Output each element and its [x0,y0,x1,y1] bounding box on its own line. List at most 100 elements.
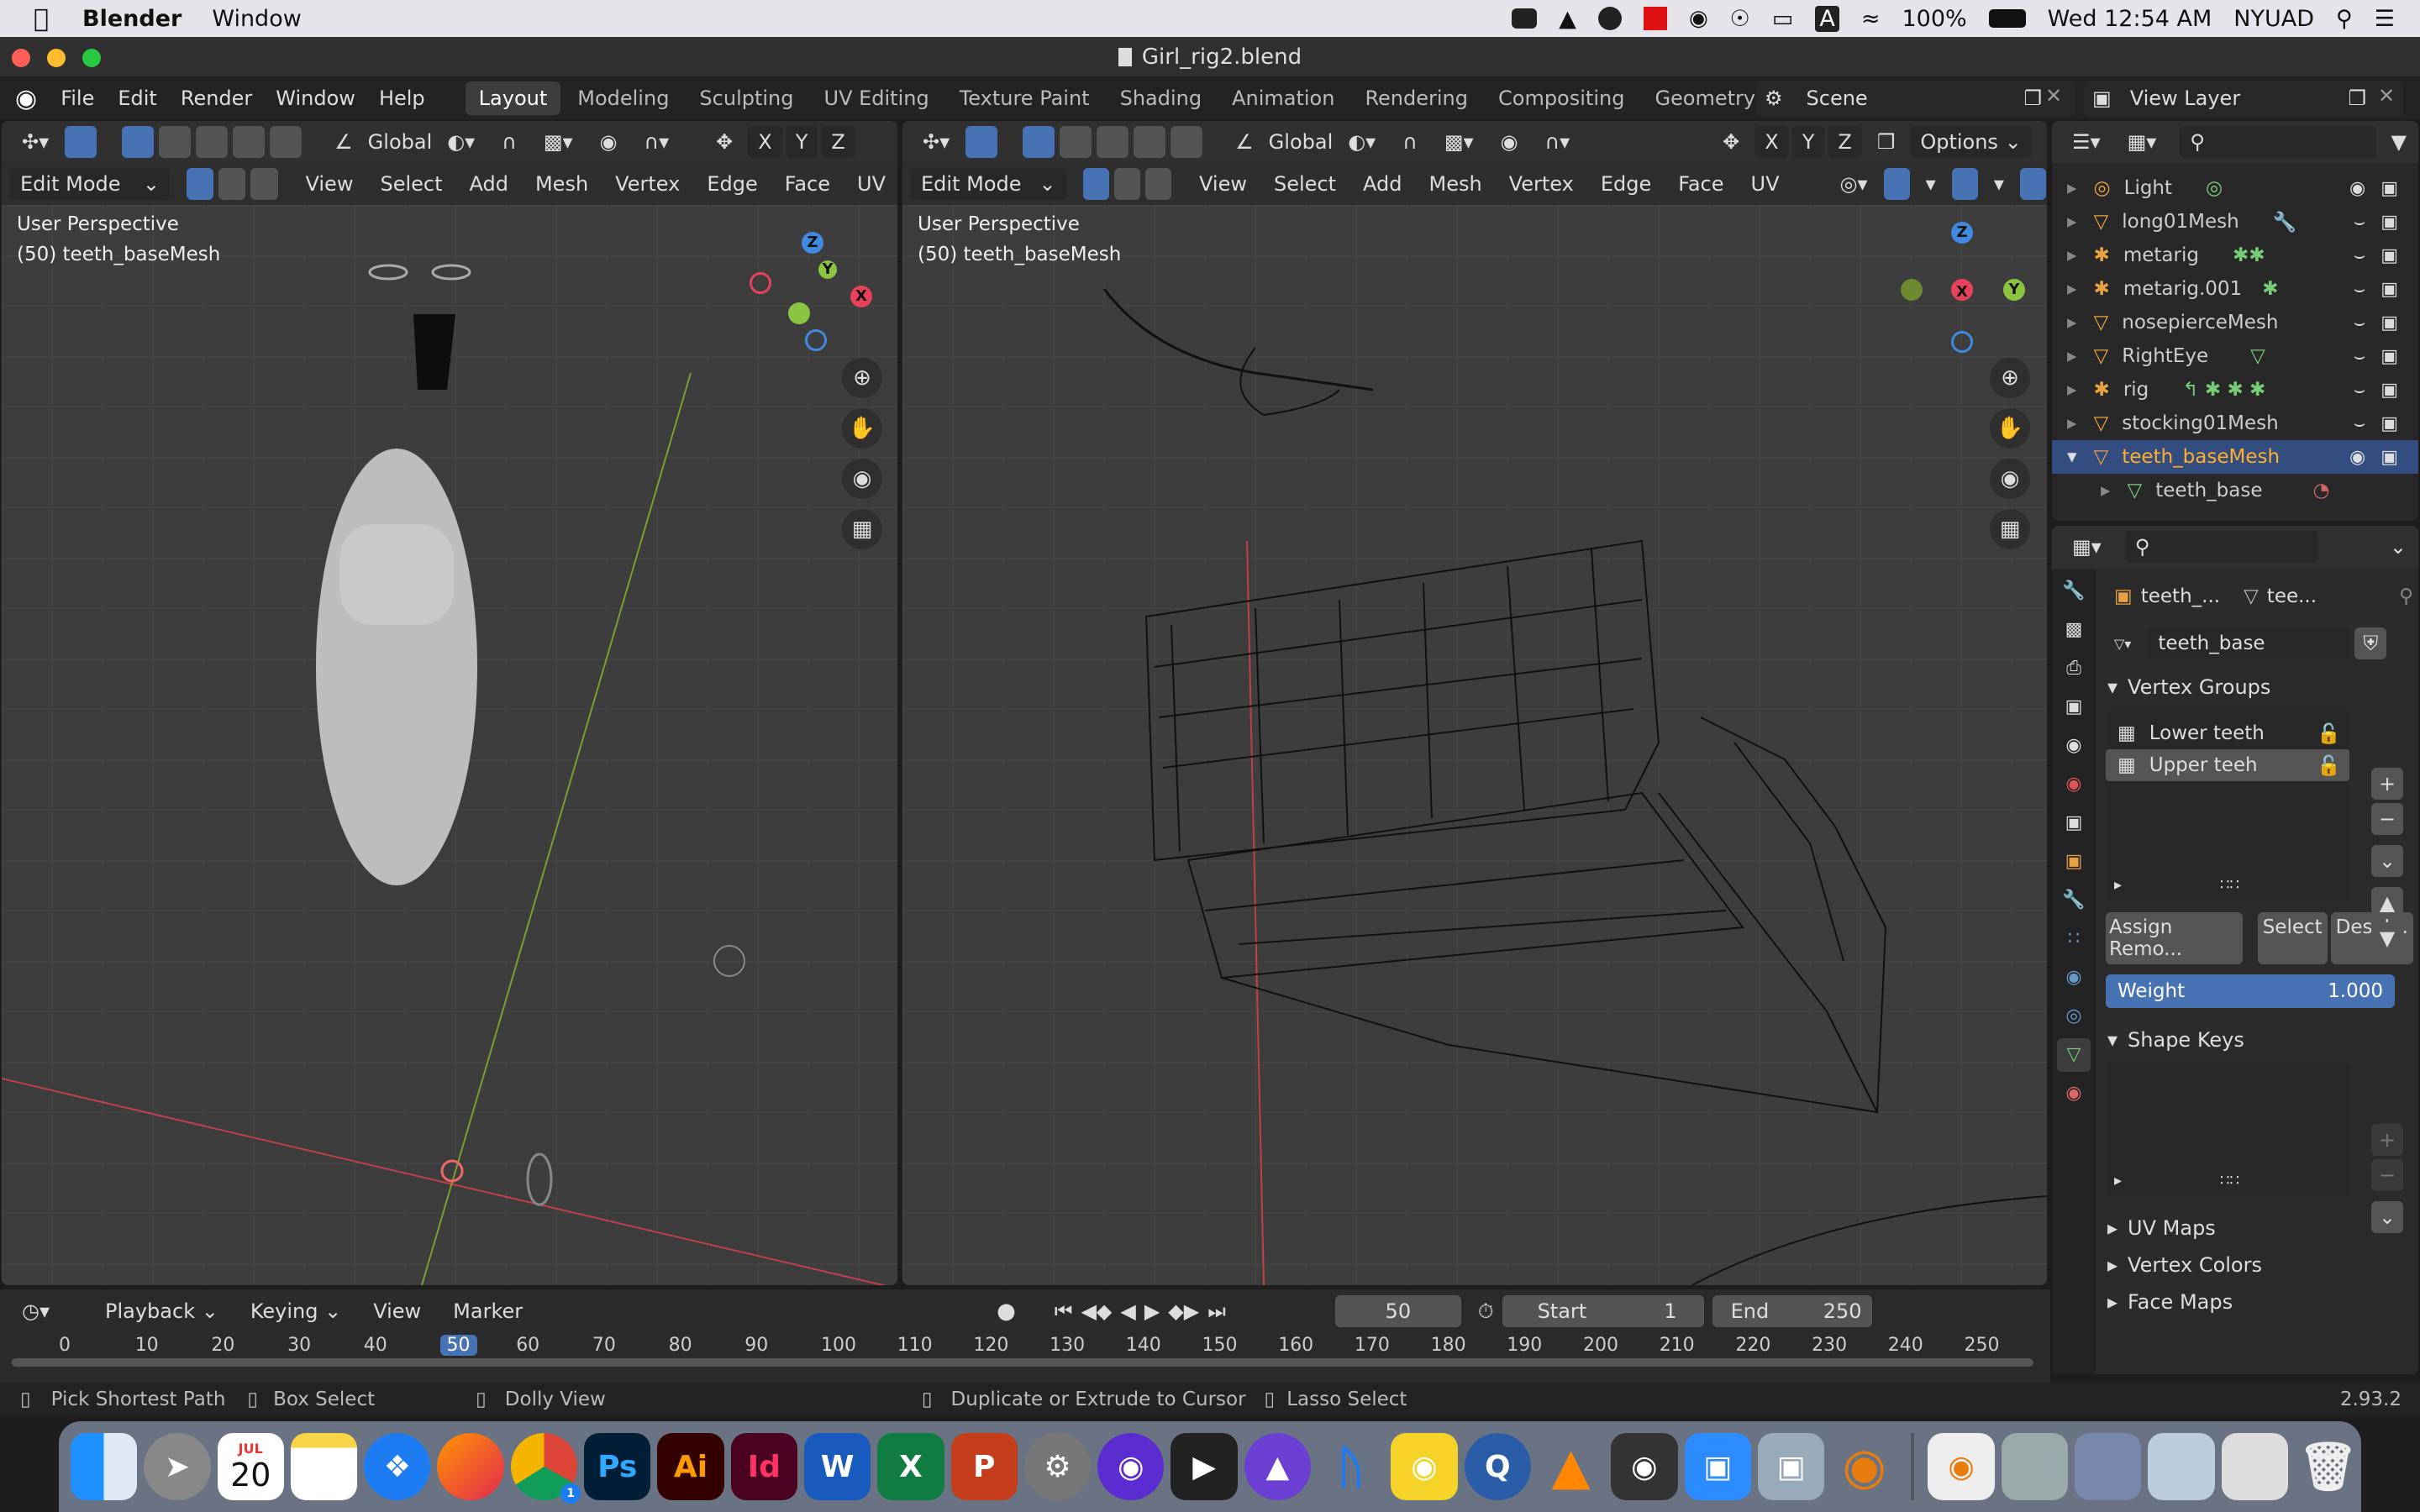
camera-icon[interactable]: ▣ [2381,447,2398,468]
expand-arrow-icon[interactable]: ▸ [2067,412,2077,434]
launchpad-icon[interactable]: ➤ [144,1433,211,1500]
camera-icon[interactable]: ▣ [2381,178,2398,199]
add-vertex-group-button[interactable]: + [2371,768,2403,800]
menu-mesh[interactable]: Mesh [1417,167,1493,201]
list-filter-arrow-icon[interactable]: ▸ [2114,876,2122,894]
menu-render[interactable]: Render [181,87,252,110]
expand-arrow-icon[interactable]: ▸ [2067,211,2077,233]
outliner-item-long01mesh[interactable]: ▸ ▽ long01Mesh 🔧 ⌣ ▣ [2052,205,2418,239]
blend-file-icon[interactable]: ◉ [1928,1433,1995,1500]
menu-vertex[interactable]: Vertex [603,167,692,201]
tab-animation[interactable]: Animation [1218,81,1348,115]
left-3d-viewport[interactable]: ✣▾ ∠ Global ◐▾ ∩ ▩▾ ◉ ∩▾ ✥ X Y Z Edit Mo… [2,121,897,1285]
remove-shape-key-button[interactable]: − [2371,1159,2403,1191]
menu-vertex[interactable]: Vertex [1497,167,1586,201]
lock-icon[interactable]: 🔓 [2317,722,2341,745]
constraints-tab-icon[interactable]: ◎ [2057,1000,2091,1033]
view-layer-selector[interactable]: ▣ View Layer ❐ [2084,81,2403,116]
remove-scene-icon[interactable]: ✕ [2045,84,2062,108]
move-down-button[interactable]: ▼ [2371,922,2403,954]
mesh-data-tab-icon[interactable]: ▽ [2057,1038,2091,1072]
orientation-dropdown[interactable]: Global [368,130,433,154]
eye-closed-icon[interactable]: ⌣ [2354,279,2365,300]
list-filter-arrow-icon[interactable]: ▸ [2114,1172,2122,1189]
mirror-icon[interactable]: ✥ [1711,125,1751,159]
modifier-tab-icon[interactable]: 🔧 [2057,884,2091,917]
apple-menu-icon[interactable]:  [34,4,49,34]
expand-arrow-icon[interactable]: ▸ [2101,480,2111,501]
outliner-item-nosepiercemesh[interactable]: ▸ ▽ nosepierceMesh ⌣ ▣ [2052,306,2418,339]
face-maps-panel-header[interactable]: ▸ Face Maps [2102,1284,2413,1320]
menu-select[interactable]: Select [1262,167,1348,201]
vertex-group-item[interactable]: ▦ Lower teeth 🔓 [2106,717,2349,749]
eye-closed-icon[interactable]: ⌣ [2354,212,2365,233]
display-mode-icon[interactable]: ▦▾ [2116,125,2169,159]
uv-maps-panel-header[interactable]: ▸ UV Maps [2102,1210,2413,1247]
face-select-icon[interactable] [1144,168,1172,200]
pivot-icon[interactable]: ◐▾ [1336,125,1387,159]
render-tab-icon[interactable]: ▩ [2057,613,2091,647]
play-icon[interactable]: ▶ [1144,1299,1160,1323]
collapse-arrow-icon[interactable]: ▾ [2067,446,2077,468]
final-cut-icon[interactable]: ▶ [1171,1433,1238,1500]
eye-closed-icon[interactable]: ⌣ [2354,346,2365,367]
gizmo-neg-y[interactable] [788,302,810,324]
menu-uv[interactable]: UV [1739,167,1791,201]
safari-icon[interactable]: ❖ [364,1433,431,1500]
current-frame-field[interactable]: 50 [1334,1295,1461,1327]
gizmo-y-axis[interactable]: Y [2003,279,2025,301]
menu-add[interactable]: Add [458,167,520,201]
fake-user-icon[interactable]: ⛨ [2354,627,2387,659]
eye-closed-icon[interactable]: ⌣ [2354,312,2365,333]
finder-icon[interactable] [71,1433,138,1500]
select-mode-intersect-icon[interactable] [270,126,302,158]
gizmo-neg-z[interactable] [1951,331,1973,353]
end-frame-field[interactable]: End 250 [1712,1295,1872,1327]
control-center-icon[interactable]: ☰ [2375,6,2395,32]
maximize-window-button[interactable] [82,49,101,67]
select-tool-icon[interactable] [65,126,97,158]
outliner-item-teeth-basemesh[interactable]: ▾ ▽ teeth_baseMesh ◉ ▣ [2052,440,2418,474]
edge-select-icon[interactable] [1113,168,1140,200]
select-mode-subtract-icon[interactable] [196,126,229,158]
calendar-icon[interactable]: JUL 20 [217,1433,284,1500]
pivot-icon[interactable]: ◐▾ [435,125,487,159]
expand-arrow-icon[interactable]: ▸ [2067,345,2077,367]
menu-edit[interactable]: Edit [118,87,156,110]
chrome-icon[interactable]: 1 [510,1433,581,1504]
outliner-item-metarig[interactable]: ▸ ✱ metarig ✱✱ ⌣ ▣ [2052,239,2418,272]
add-shape-key-button[interactable]: + [2371,1124,2403,1156]
menu-marker[interactable]: Marker [441,1294,534,1328]
gizmo-options-icon[interactable]: ▾ [1914,167,1948,201]
firefox-icon[interactable] [437,1433,504,1500]
spotlight-search-icon[interactable]: ⚲ [2336,6,2353,32]
excel-icon[interactable]: X [877,1433,944,1500]
gizmo-toggle-icon[interactable] [1883,168,1910,200]
xray-toggle-icon[interactable] [2019,168,2047,200]
outliner-search[interactable]: ⚲ [2180,126,2376,158]
weight-slider[interactable]: Weight 1.000 [2106,974,2395,1008]
mirror-z-button[interactable]: Z [821,126,855,158]
vertex-group-item[interactable]: ▦ Upper teeh 🔓 [2106,749,2349,781]
particles-tab-icon[interactable]: ∷ [2057,922,2091,956]
select-mode-extend-icon[interactable] [1060,126,1092,158]
camera-icon[interactable]: ▣ [2381,312,2398,333]
menu-window[interactable]: Window [212,6,301,32]
auto-merge-icon[interactable]: ❒ [1865,125,1907,159]
menu-view[interactable]: View [1187,167,1259,201]
overlay-options-icon[interactable]: ▾ [1982,167,2016,201]
stopwatch-icon[interactable]: ⏱ [1478,1299,1494,1323]
disk-utility-icon[interactable]: ◉ [1611,1433,1678,1500]
select-mode-new-icon[interactable] [1023,126,1055,158]
vertex-group-specials-button[interactable]: ⌄ [2371,845,2403,877]
mesh-browse-icon[interactable]: ▽▾ [2102,631,2143,657]
editor-type-icon[interactable]: ✣▾ [10,125,60,159]
app-menu[interactable]: Blender [82,6,182,32]
screen-app-icon[interactable]: ◉ [1097,1433,1165,1500]
move-up-button[interactable]: ▲ [2371,887,2403,919]
accessibility-icon[interactable]: ☉ [1730,6,1750,32]
tool-tab-icon[interactable]: 🔧 [2057,575,2091,608]
shape-key-specials-button[interactable]: ⌄ [2371,1201,2403,1233]
right-3d-viewport[interactable]: ✣▾ ∠ Global ◐▾ ∩ ▩▾ ◉ ∩▾ ✥ X Y Z ❒ Optio… [902,121,2047,1285]
documents-stack-icon[interactable] [2221,1433,2288,1500]
